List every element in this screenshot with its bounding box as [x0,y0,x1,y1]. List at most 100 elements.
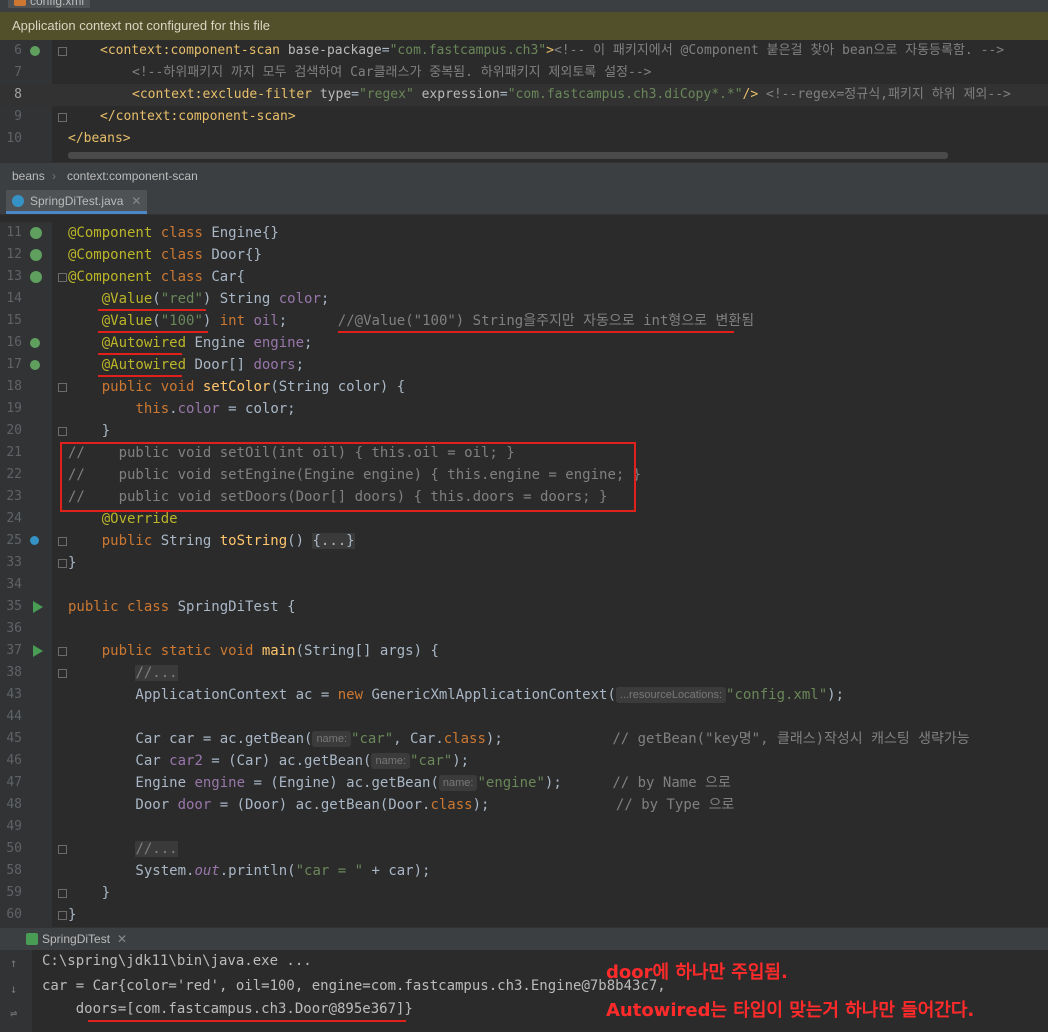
line-number: 50 [6,841,22,856]
line-number: 46 [6,753,22,768]
console-output[interactable]: ↑ ↓ ⇌ C:\spring\jdk11\bin\java.exe ... c… [0,950,1048,1032]
autowire-icon[interactable] [30,338,40,348]
line-number: 23 [6,489,22,504]
line-number: 9 [14,109,22,124]
line-number: 44 [6,709,22,724]
code-line: 6 <context:component-scan base-package="… [0,40,1048,62]
console-line: doors=[com.fastcampus.ch3.Door@895e367]} [42,1001,413,1017]
arrow-up-icon[interactable]: ↑ [10,956,17,970]
line-number: 38 [6,665,22,680]
run-tab-label[interactable]: SpringDiTest [42,928,110,950]
run-panel-header: SpringDiTest ✕ [0,927,1048,950]
line-number: 19 [6,401,22,416]
line-number: 24 [6,511,22,526]
spring-bean-icon[interactable] [30,271,42,283]
line-number: 7 [14,65,22,80]
close-icon[interactable]: ✕ [131,190,141,212]
close-icon[interactable]: ✕ [117,928,127,950]
code-line: 9 </context:component-scan> [0,106,1048,128]
red-underline [338,331,734,333]
line-number: 43 [6,687,22,702]
line-number: 18 [6,379,22,394]
horizontal-scrollbar[interactable] [68,152,948,159]
console-toolbar: ↑ ↓ ⇌ [0,950,32,1032]
tab-springditest-java[interactable]: SpringDiTest.java ✕ [6,190,148,214]
breadcrumb: beans › context:component-scan [0,162,1048,189]
console-line: C:\spring\jdk11\bin\java.exe ... [42,953,312,969]
param-hint: ...resourceLocations: [615,687,727,703]
run-config-icon [26,933,38,945]
fold-icon[interactable] [58,647,67,656]
fold-icon[interactable] [58,383,67,392]
line-number: 22 [6,467,22,482]
context-warning-banner: Application context not configured for t… [0,12,1048,40]
java-editor[interactable]: 11 @Component class Engine{} 12 @Compone… [0,222,1048,927]
tab-label: SpringDiTest.java [30,194,124,208]
red-underline [98,309,206,311]
fold-icon[interactable] [58,889,67,898]
run-icon[interactable] [33,645,43,657]
code-line: 7 <!--하위패키지 까지 모두 검색하여 Car클래스가 중복됨. 하위패키… [0,62,1048,84]
red-highlight-box [60,442,636,512]
line-number: 36 [6,621,22,636]
red-underline [98,331,208,333]
code-line-current: 8 <context:exclude-filter type="regex" e… [0,84,1048,106]
fold-icon[interactable] [58,113,67,122]
line-number: 11 [6,225,22,240]
override-icon[interactable] [30,536,39,545]
line-number: 37 [6,643,22,658]
line-number: 20 [6,423,22,438]
fold-icon[interactable] [58,911,67,920]
line-number: 8 [14,87,22,102]
annotation-note: Autowired는 타입이 맞는거 하나만 들어간다. [606,1000,975,1021]
spring-bean-icon[interactable] [30,249,42,261]
fold-icon[interactable] [58,47,67,56]
param-hint: name: [438,775,478,791]
line-number: 35 [6,599,22,614]
line-number: 10 [6,131,22,146]
line-number: 15 [6,313,22,328]
soft-wrap-icon[interactable]: ⇌ [10,1006,17,1020]
line-number: 6 [14,43,22,58]
editor-tab-bar: SpringDiTest.java ✕ [0,188,1048,215]
xml-editor[interactable]: 6 <context:component-scan base-package="… [0,40,1048,162]
spring-bean-icon[interactable] [30,227,42,239]
line-number: 59 [6,885,22,900]
autowire-icon[interactable] [30,360,40,370]
line-number: 48 [6,797,22,812]
red-underline [98,375,182,377]
tab-config-xml[interactable]: config.xml [8,0,91,8]
fold-icon[interactable] [58,559,67,568]
param-hint: name: [371,753,411,769]
red-underline [98,353,182,355]
code-line: 10 </beans> [0,128,1048,150]
line-number: 12 [6,247,22,262]
console-line: car = Car{color='red', oil=100, engine=c… [42,978,666,994]
line-number: 21 [6,445,22,460]
xml-file-icon [14,0,26,6]
fold-icon[interactable] [58,427,67,436]
line-number: 34 [6,577,22,592]
line-number: 14 [6,291,22,306]
line-number: 45 [6,731,22,746]
breadcrumb-item[interactable]: beans [12,163,45,189]
param-hint: name: [312,731,352,747]
line-number: 16 [6,335,22,350]
line-number: 49 [6,819,22,834]
line-number: 47 [6,775,22,790]
run-icon[interactable] [33,601,43,613]
tab-label: config.xml [30,0,85,8]
arrow-down-icon[interactable]: ↓ [10,982,17,996]
top-tab-strip: config.xml [0,0,1048,12]
breadcrumb-item[interactable]: context:component-scan [67,163,198,189]
line-number: 60 [6,907,22,922]
line-number: 17 [6,357,22,372]
annotation-note: door에 하나만 주입됨. [606,962,788,983]
fold-icon[interactable] [58,845,67,854]
fold-icon[interactable] [58,537,67,546]
red-underline [88,1020,406,1022]
breadcrumb-separator-icon: › [52,169,56,183]
fold-icon[interactable] [58,273,67,282]
fold-icon[interactable] [58,669,67,678]
bean-scan-icon[interactable] [30,46,40,56]
